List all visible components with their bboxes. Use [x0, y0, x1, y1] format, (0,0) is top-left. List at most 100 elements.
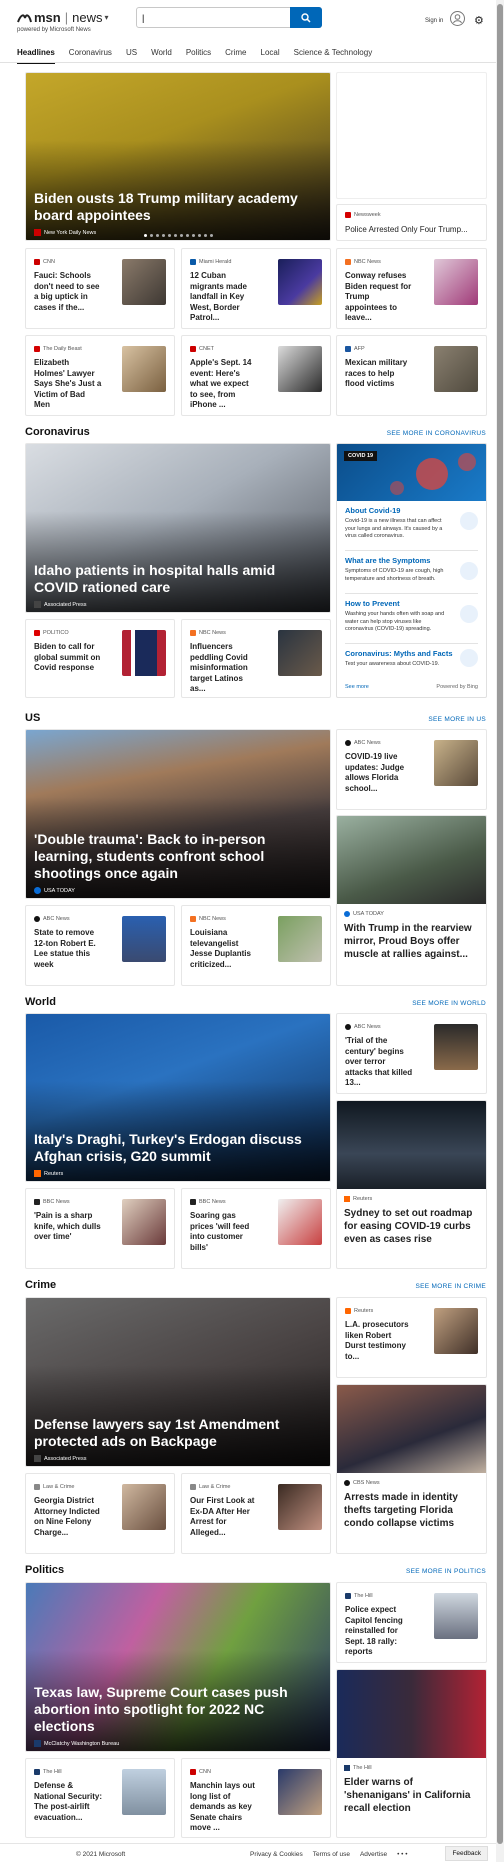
carousel-dots[interactable]	[144, 234, 213, 237]
see-more-coronavirus-link[interactable]: SEE MORE IN CORONAVIRUS	[387, 430, 486, 437]
news-thumbnail	[434, 1308, 478, 1354]
see-more-crime-link[interactable]: SEE MORE IN CRIME	[416, 1283, 486, 1290]
news-card-title: Georgia District Attorney Indicted on Ni…	[34, 1496, 100, 1537]
news-card[interactable]: BBC News Soaring gas prices 'will feed i…	[181, 1188, 331, 1269]
news-thumbnail	[278, 1769, 322, 1815]
news-card[interactable]: CNN Manchin lays out long list of demand…	[181, 1758, 331, 1838]
ap-logo-icon	[34, 601, 41, 608]
news-card-title: Influencers peddling Covid misinformatio…	[190, 642, 248, 693]
side-news-card[interactable]: Newsweek Police Arrested Only Four Trump…	[336, 204, 487, 241]
see-more-politics-link[interactable]: SEE MORE IN POLITICS	[406, 1568, 486, 1575]
tall-news-card[interactable]: USA TODAY With Trump in the rearview mir…	[336, 815, 487, 986]
news-card-title: Our First Look at Ex-DA After Her Arrest…	[190, 1496, 255, 1537]
see-more-world-link[interactable]: SEE MORE IN WORLD	[412, 1000, 486, 1007]
hero-card[interactable]: 'Double trauma': Back to in-person learn…	[25, 729, 331, 899]
news-card-source: POLITICO	[34, 630, 69, 636]
search-input[interactable]	[137, 8, 285, 28]
tall-news-card[interactable]: The Hill Elder warns of 'shenanigans' in…	[336, 1669, 487, 1838]
news-card[interactable]: AFP Mexican military races to help flood…	[336, 335, 487, 416]
tall-card-image	[337, 816, 486, 904]
news-card[interactable]: CNET Apple's Sept. 14 event: Here's what…	[181, 335, 331, 416]
news-card[interactable]: Law & Crime Georgia District Attorney In…	[25, 1473, 175, 1554]
see-more-us-link[interactable]: SEE MORE IN US	[428, 716, 486, 723]
news-card[interactable]: ABC News State to remove 12-ton Robert E…	[25, 905, 175, 986]
tall-news-card[interactable]: CBS News Arrests made in identity thefts…	[336, 1384, 487, 1554]
section-heading-crime: Crime	[25, 1279, 57, 1291]
covid-section-prevent[interactable]: How to Prevent Washing your hands often …	[345, 599, 478, 634]
news-card[interactable]: NBC News Louisiana televangelist Jesse D…	[181, 905, 331, 986]
news-card[interactable]: ABC News 'Trial of the century' begins o…	[336, 1013, 487, 1094]
covid-see-more-link[interactable]: See more	[345, 684, 369, 690]
covid-section-text: Test your awareness about COVID-19.	[345, 661, 440, 667]
covid-section-myths[interactable]: Coronavirus: Myths and Facts Test your a…	[345, 649, 478, 669]
avatar-icon[interactable]	[450, 11, 465, 26]
hero-card[interactable]: Idaho patients in hospital halls amid CO…	[25, 443, 331, 613]
hero-card[interactable]: Italy's Draghi, Turkey's Erdogan discuss…	[25, 1013, 331, 1182]
covid-section-symptoms[interactable]: What are the Symptoms Symptoms of COVID-…	[345, 556, 478, 583]
miami-herald-logo-icon	[190, 259, 196, 265]
tall-card-source-label: The Hill	[353, 1765, 372, 1771]
news-card[interactable]: The Hill Defense & National Security: Th…	[25, 1758, 175, 1838]
news-card[interactable]: BBC News 'Pain is a sharp knife, which d…	[25, 1188, 175, 1269]
news-thumbnail	[278, 1199, 322, 1245]
news-card[interactable]: NBC News Conway refuses Biden request fo…	[336, 248, 487, 329]
news-card[interactable]: Reuters L.A. prosecutors liken Robert Du…	[336, 1297, 487, 1378]
news-card[interactable]: CNN Fauci: Schools don't need to see a b…	[25, 248, 175, 329]
hero-source: Reuters	[34, 1170, 63, 1177]
news-card-source: CNN	[190, 1769, 211, 1775]
news-card[interactable]: Law & Crime Our First Look at Ex-DA Afte…	[181, 1473, 331, 1554]
scrollbar-thumb[interactable]	[497, 4, 503, 1844]
hero-card[interactable]: Defense lawyers say 1st Amendment protec…	[25, 1297, 331, 1467]
news-card-title: Biden to call for global summit on Covid…	[34, 642, 101, 672]
ad-slot	[336, 72, 487, 199]
news-card-source: The Hill	[345, 1593, 373, 1599]
hero-title: Biden ousts 18 Trump military academy bo…	[34, 190, 298, 223]
powered-by-label: powered by Microsoft News	[17, 27, 91, 33]
tall-card-source: CBS News	[344, 1480, 380, 1486]
more-menu-icon[interactable]: • • •	[397, 1851, 407, 1858]
tall-card-source-label: CBS News	[353, 1480, 380, 1486]
news-card-source: NBC News	[190, 630, 226, 636]
covid-divider	[345, 593, 478, 594]
news-card[interactable]: ABC News COVID-19 live updates: Judge al…	[336, 729, 487, 810]
sign-in-link[interactable]: Sign in	[425, 18, 443, 24]
hero-title: Idaho patients in hospital halls amid CO…	[34, 562, 276, 595]
side-news-source: Newsweek	[345, 212, 381, 218]
hero-card[interactable]: Biden ousts 18 Trump military academy bo…	[25, 72, 331, 241]
covid-section-about[interactable]: About Covid-19 Covid-19 is a new illness…	[345, 506, 478, 541]
news-card-source-label: BBC News	[43, 1199, 70, 1205]
terms-link[interactable]: Terms of use	[313, 1851, 350, 1858]
tall-card-source: Reuters	[344, 1196, 372, 1202]
cnn-logo-icon	[34, 259, 40, 265]
advertise-link[interactable]: Advertise	[360, 1851, 387, 1858]
news-card[interactable]: The Hill Police expect Capitol fencing r…	[336, 1582, 487, 1663]
news-thumbnail	[278, 630, 322, 676]
news-card[interactable]: The Daily Beast Elizabeth Holmes' Lawyer…	[25, 335, 175, 416]
abc-logo-icon	[345, 1024, 351, 1030]
tall-news-card[interactable]: Reuters Sydney to set out roadmap for ea…	[336, 1100, 487, 1269]
search-button[interactable]	[290, 7, 322, 28]
chevron-down-icon[interactable]: ▾	[104, 13, 108, 22]
cnn-logo-icon	[190, 1769, 196, 1775]
privacy-link[interactable]: Privacy & Cookies	[250, 1851, 303, 1858]
news-card-source-label: NBC News	[199, 916, 226, 922]
scrollbar[interactable]	[496, 0, 504, 1862]
news-card-title: Soaring gas prices 'will feed into custo…	[190, 1211, 250, 1252]
abc-logo-icon	[345, 740, 351, 746]
news-card[interactable]: POLITICO Biden to call for global summit…	[25, 619, 175, 698]
side-news-title: Police Arrested Only Four Trump...	[345, 225, 468, 234]
msn-logo[interactable]: msn | news ▾	[17, 10, 109, 25]
news-card-title: Louisiana televangelist Jesse Duplantis …	[190, 928, 251, 969]
hero-title: Italy's Draghi, Turkey's Erdogan discuss…	[34, 1131, 302, 1164]
tall-card-image	[337, 1385, 486, 1473]
gear-icon[interactable]: ⚙	[474, 14, 484, 27]
news-thumbnail	[434, 740, 478, 786]
news-card[interactable]: Miami Herald 12 Cuban migrants made land…	[181, 248, 331, 329]
news-card-source-label: Law & Crime	[43, 1484, 75, 1490]
feedback-button[interactable]: Feedback	[445, 1846, 488, 1861]
news-card-source: AFP	[345, 346, 365, 352]
news-thumbnail	[122, 1484, 166, 1530]
news-card[interactable]: NBC News Influencers peddling Covid misi…	[181, 619, 331, 698]
hero-card[interactable]: Texas law, Supreme Court cases push abor…	[25, 1582, 331, 1752]
cnet-logo-icon	[190, 346, 196, 352]
